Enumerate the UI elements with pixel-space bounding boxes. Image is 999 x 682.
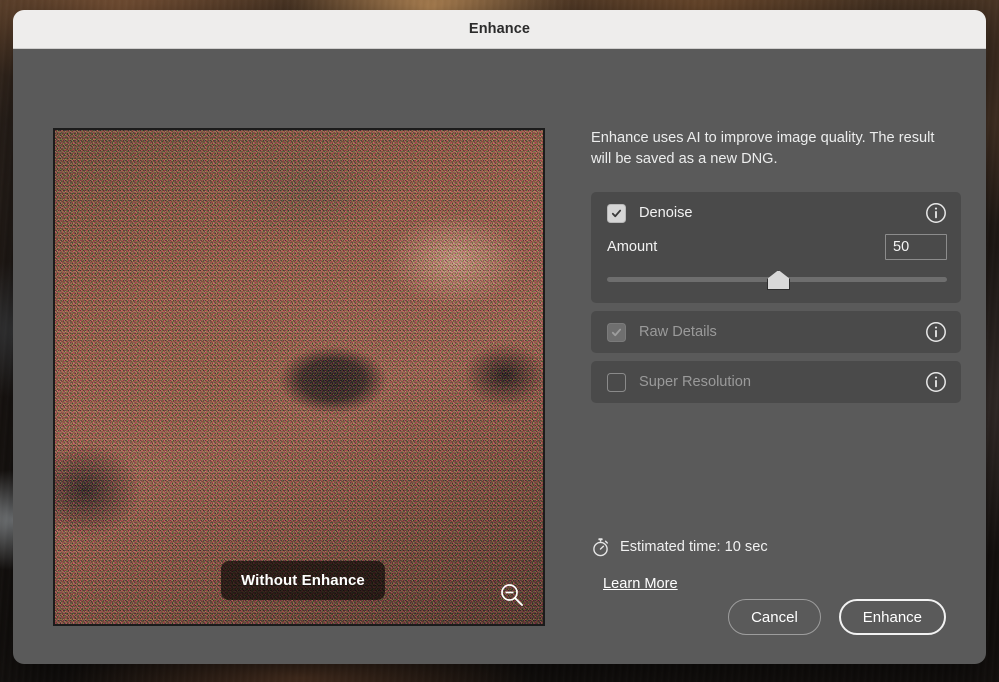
preview-state-badge: Without Enhance bbox=[221, 561, 385, 600]
option-row-super-resolution: Super Resolution bbox=[591, 361, 961, 403]
amount-line: Amount bbox=[607, 234, 947, 260]
zoom-out-magnifier-icon[interactable] bbox=[497, 580, 527, 610]
description-text: Enhance uses AI to improve image quality… bbox=[591, 130, 935, 167]
super-resolution-checkbox bbox=[607, 372, 626, 392]
amount-slider[interactable] bbox=[607, 270, 947, 290]
raw-details-label: Raw Details bbox=[639, 324, 717, 340]
denoise-header[interactable]: Denoise bbox=[591, 192, 961, 234]
raw-details-header: Raw Details bbox=[591, 311, 961, 353]
amount-label: Amount bbox=[607, 239, 658, 255]
preview-noise-layer bbox=[55, 130, 543, 624]
denoise-label: Denoise bbox=[639, 205, 693, 221]
option-row-denoise: Denoise Amount bbox=[591, 192, 961, 303]
footer-buttons: Cancel Enhance bbox=[728, 599, 946, 635]
denoise-checkbox[interactable] bbox=[607, 203, 626, 223]
image-preview[interactable]: Without Enhance bbox=[53, 128, 545, 626]
dialog-body: Without Enhance Enhance uses AI to impro… bbox=[13, 49, 986, 664]
dialog-title: Enhance bbox=[468, 21, 531, 37]
enhance-button[interactable]: Enhance bbox=[838, 599, 946, 635]
slider-handle[interactable] bbox=[767, 270, 790, 290]
checkmark-icon bbox=[611, 328, 622, 336]
raw-details-checkbox bbox=[607, 322, 626, 342]
dialog-titlebar: Enhance bbox=[13, 10, 986, 49]
controls-pane: Enhance uses AI to improve image quality… bbox=[591, 128, 961, 411]
info-circle-icon[interactable] bbox=[925, 371, 947, 393]
estimated-time-text: Estimated time: 10 sec bbox=[620, 539, 768, 555]
estimated-time-row: Estimated time: 10 sec bbox=[591, 537, 768, 557]
info-circle-icon[interactable] bbox=[925, 202, 947, 224]
denoise-amount-area: Amount bbox=[591, 234, 961, 303]
checkmark-icon bbox=[611, 209, 622, 217]
stopwatch-icon bbox=[591, 537, 610, 557]
cancel-button[interactable]: Cancel bbox=[728, 599, 821, 635]
amount-value-input[interactable] bbox=[885, 234, 947, 260]
option-row-raw-details: Raw Details bbox=[591, 311, 961, 353]
info-circle-icon[interactable] bbox=[925, 321, 947, 343]
super-resolution-header: Super Resolution bbox=[591, 361, 961, 403]
enhance-dialog: Enhance Without Enhance Enhance uses AI … bbox=[13, 10, 986, 664]
super-resolution-label: Super Resolution bbox=[639, 374, 751, 390]
learn-more-link[interactable]: Learn More bbox=[603, 576, 678, 592]
